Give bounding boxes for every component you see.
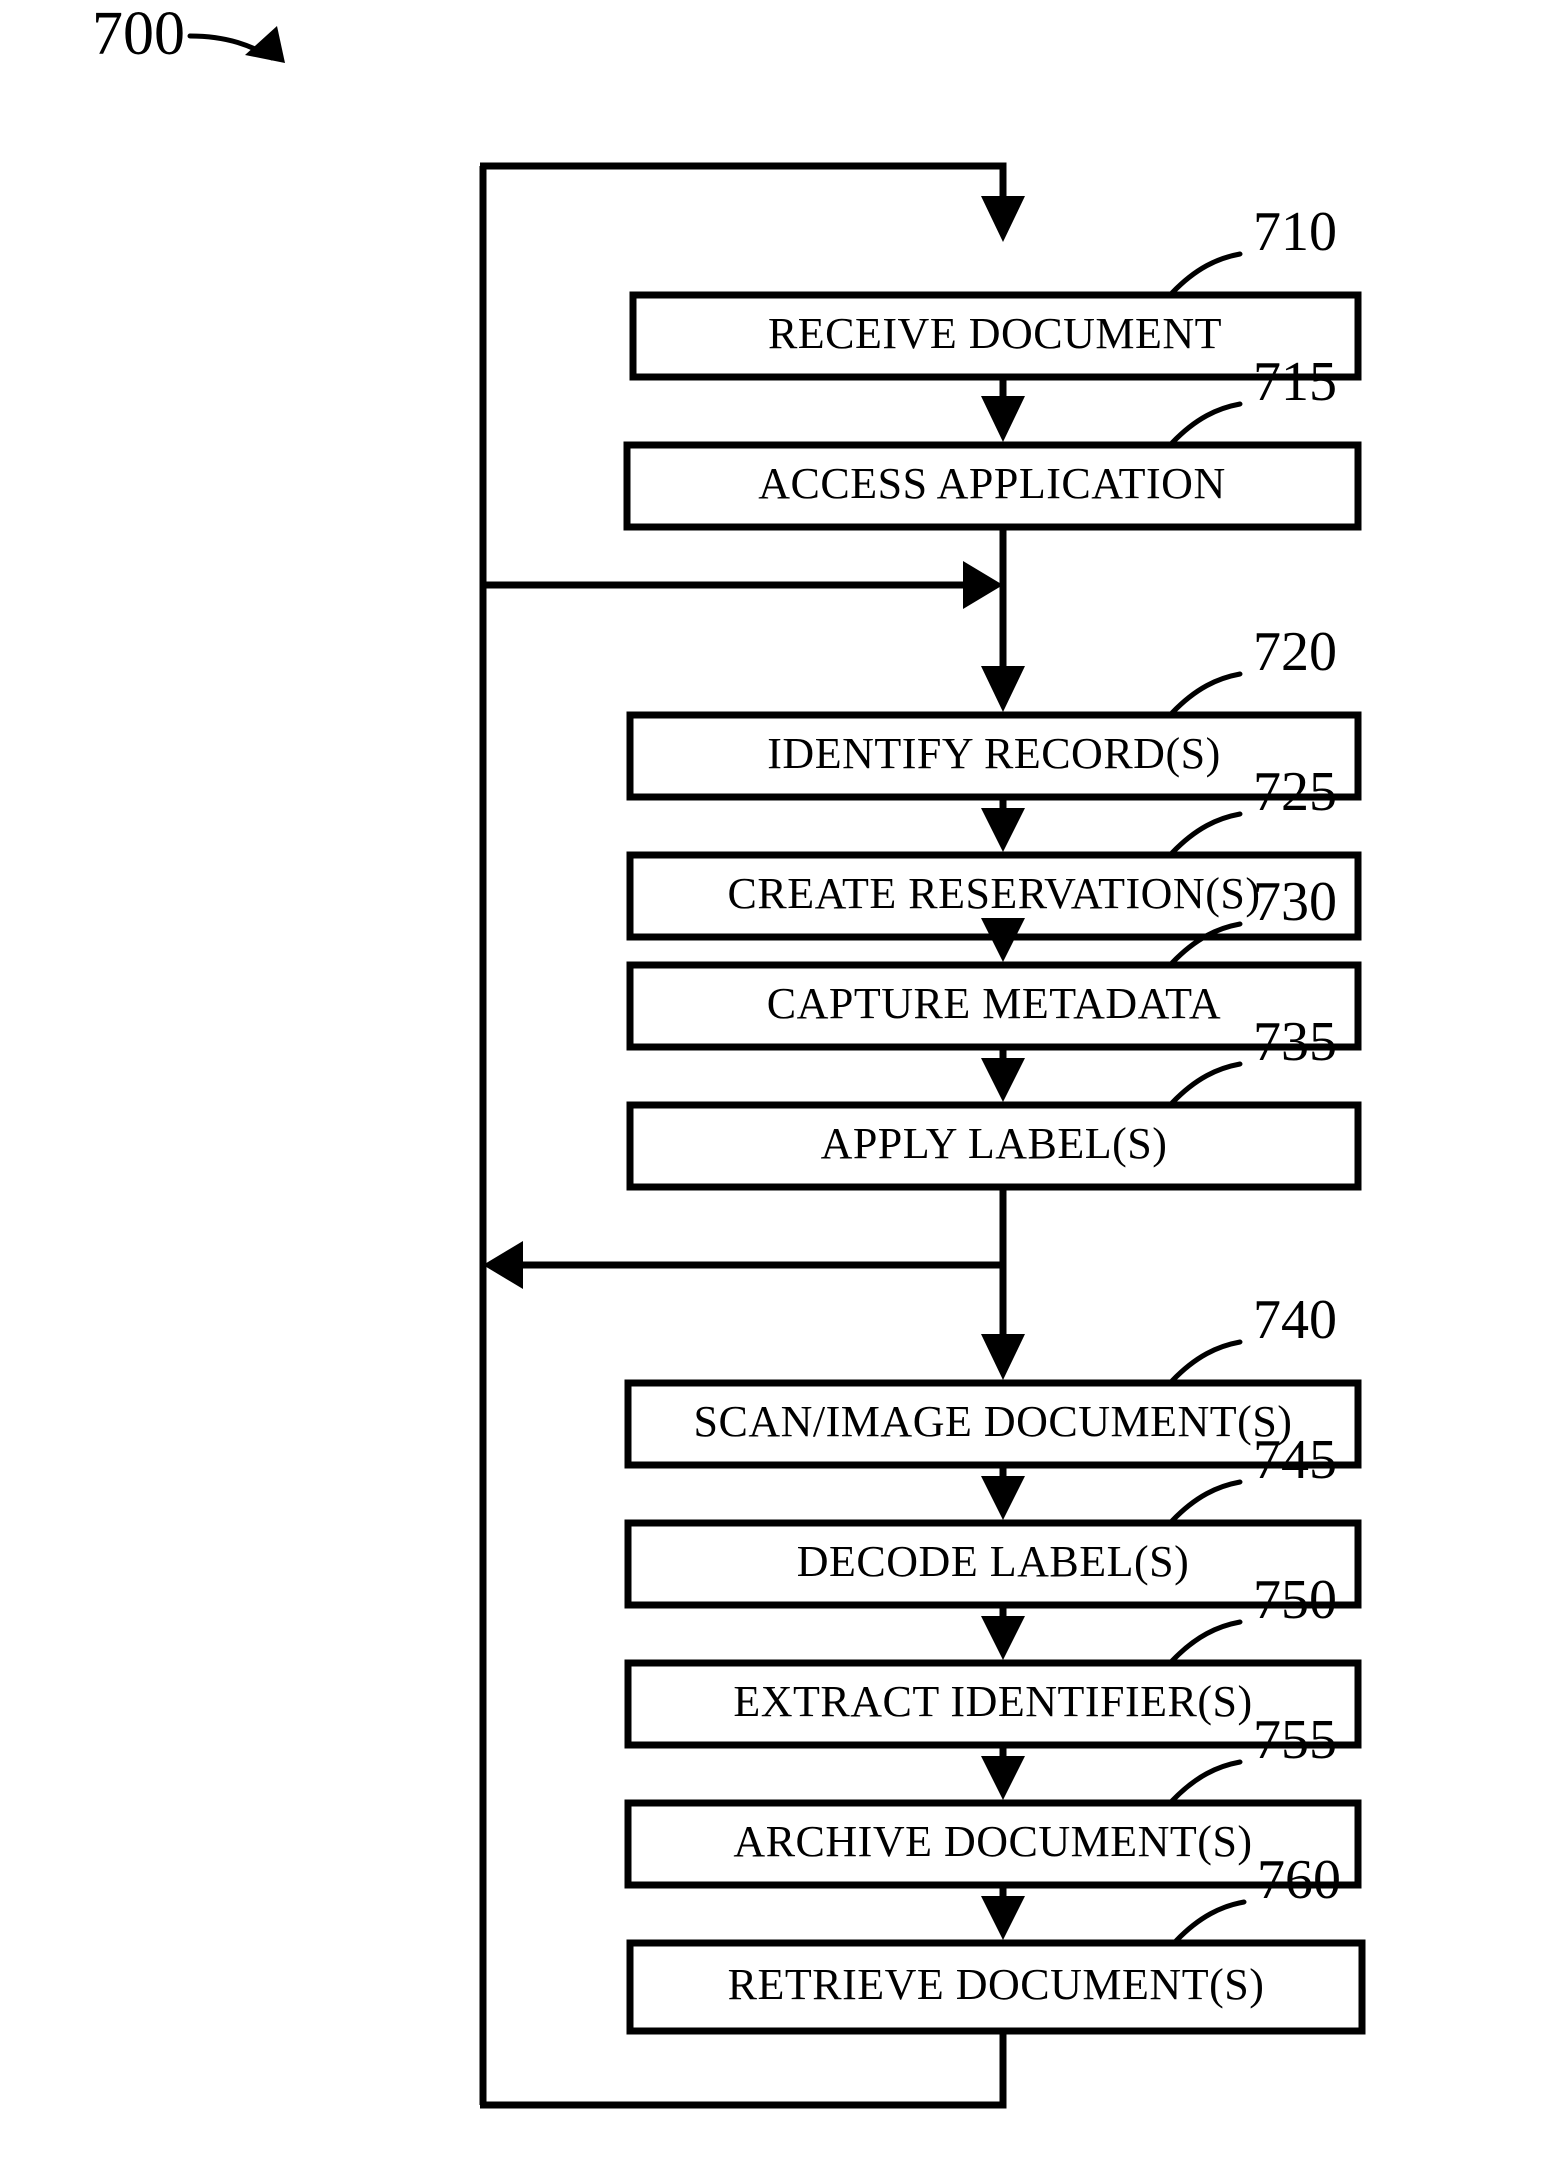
step-label-735: APPLY LABEL(S) — [821, 1119, 1168, 1168]
figure-root: 700 RECEIVE DOCUMENT 710 ACCESS APPLICAT… — [0, 0, 1561, 2162]
arrowhead-into-scan-image-documents — [981, 1334, 1025, 1380]
ref-number-740: 740 — [1253, 1289, 1337, 1351]
leader-line-735 — [1169, 1061, 1243, 1106]
arrowhead-branch-in — [963, 561, 1003, 609]
flowchart-diagram: 700 RECEIVE DOCUMENT 710 ACCESS APPLICAT… — [92, 0, 1366, 2109]
leader-line-750 — [1169, 1619, 1243, 1664]
step-label-740: SCAN/IMAGE DOCUMENT(S) — [694, 1397, 1293, 1446]
ref-number-720: 720 — [1253, 621, 1337, 683]
arrowhead-into-decode-labels — [981, 1476, 1025, 1520]
leader-line-710 — [1169, 251, 1243, 296]
figure-leader-arrowhead — [245, 26, 285, 63]
ref-number-760: 760 — [1257, 1849, 1341, 1911]
step-label-760: RETRIEVE DOCUMENT(S) — [728, 1960, 1265, 2009]
ref-number-715: 715 — [1253, 351, 1337, 413]
step-label-720: IDENTIFY RECORD(S) — [767, 729, 1220, 778]
arrowhead-into-identify-records — [981, 666, 1025, 712]
ref-number-745: 745 — [1253, 1429, 1337, 1491]
figure-number-label: 700 — [92, 0, 185, 68]
arrowhead-into-extract-identifiers — [981, 1616, 1025, 1660]
leader-line-720 — [1169, 671, 1243, 716]
step-label-750: EXTRACT IDENTIFIER(S) — [733, 1677, 1252, 1726]
step-label-725: CREATE RESERVATION(S) — [728, 869, 1261, 918]
leader-line-745 — [1169, 1479, 1243, 1524]
feedback-loop-top-segment — [480, 162, 1007, 200]
ref-number-725: 725 — [1253, 761, 1337, 823]
leader-line-760 — [1173, 1899, 1247, 1944]
arrowhead-into-retrieve-documents — [981, 1896, 1025, 1940]
arrowhead-into-apply-labels — [981, 1058, 1025, 1102]
ref-number-735: 735 — [1253, 1011, 1337, 1073]
step-label-715: ACCESS APPLICATION — [758, 459, 1225, 508]
step-label-730: CAPTURE METADATA — [767, 979, 1221, 1028]
arrowhead-into-archive-documents — [981, 1756, 1025, 1800]
leader-line-740 — [1169, 1339, 1243, 1384]
arrowhead-into-receive-document — [981, 196, 1025, 242]
ref-number-710: 710 — [1253, 201, 1337, 263]
leader-line-725 — [1169, 811, 1243, 856]
arrowhead-into-access-application — [981, 396, 1025, 442]
ref-number-750: 750 — [1253, 1569, 1337, 1631]
step-label-755: ARCHIVE DOCUMENT(S) — [733, 1817, 1252, 1866]
step-label-745: DECODE LABEL(S) — [797, 1537, 1189, 1586]
arrowhead-branch-out — [483, 1241, 523, 1289]
feedback-loop-bottom-segment — [480, 2031, 1007, 2109]
ref-number-755: 755 — [1253, 1709, 1337, 1771]
arrowhead-into-create-reservations — [981, 808, 1025, 852]
step-label-710: RECEIVE DOCUMENT — [768, 309, 1222, 358]
leader-line-755 — [1169, 1759, 1243, 1804]
ref-number-730: 730 — [1253, 871, 1337, 933]
leader-line-715 — [1169, 401, 1243, 446]
